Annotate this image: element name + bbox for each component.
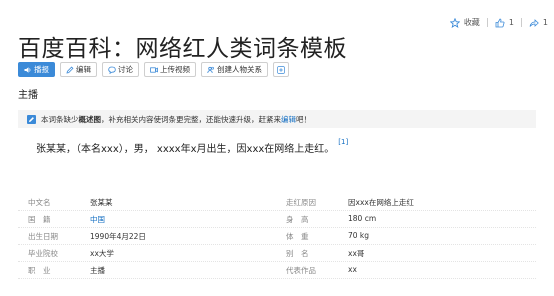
edit-button-label: 编辑 <box>76 65 91 74</box>
comment-icon <box>108 66 116 74</box>
notice-bold: 概述图 <box>78 114 102 124</box>
add-button[interactable] <box>273 62 289 77</box>
infobox-value: 因xxx在网络上走红 <box>348 198 414 207</box>
share-count: 1 <box>542 18 548 27</box>
infobox-label: 走红原因 <box>286 198 316 207</box>
discuss-button[interactable]: 讨论 <box>102 62 139 77</box>
video-icon <box>150 66 158 73</box>
discuss-button-label: 讨论 <box>118 65 133 74</box>
page-title: 百度百科：网络红人类词条模板 <box>18 36 347 62</box>
like-count: 1 <box>508 18 514 27</box>
share-icon[interactable] <box>529 18 539 28</box>
infobox-row: 中文名 张某某 走红原因 因xxx在网络上走红 <box>18 193 536 211</box>
infobox-value: 1990年4月22日 <box>90 232 146 241</box>
notice-edit-link[interactable]: 编辑 <box>281 114 296 125</box>
thumbs-up-icon[interactable] <box>495 18 505 28</box>
summary-text: 张某某，（本名xxx），男， xxxx年x月出生，因xxx在网络上走红。 <box>36 144 335 155</box>
infobox-row: 国 籍 中国 身 高 180 cm <box>18 210 536 228</box>
divider <box>486 18 488 27</box>
infobox-label: 身 高 <box>286 215 309 224</box>
notice-bar: 本词条缺少 概述图 ，补充相关内容使词条更完整，还能快速升级，赶紧来 编辑 吧！ <box>18 110 536 128</box>
infobox-value: xx <box>348 265 357 274</box>
play-button[interactable]: 播报 <box>18 62 55 77</box>
infobox-label: 体 重 <box>286 232 309 241</box>
upload-video-button[interactable]: 上传视频 <box>144 62 196 77</box>
star-icon[interactable] <box>449 17 460 28</box>
summary-paragraph: 张某某，（本名xxx），男， xxxx年x月出生，因xxx在网络上走红。[1] <box>36 138 348 155</box>
create-relation-button[interactable]: 创建人物关系 <box>201 62 268 77</box>
infobox-value: xx哥 <box>348 249 365 258</box>
notice-suffix: 吧！ <box>296 114 311 124</box>
upload-video-label: 上传视频 <box>160 65 190 74</box>
infobox-value: 70 kg <box>348 231 370 240</box>
edit-button[interactable]: 编辑 <box>60 62 97 77</box>
infobox-label: 出生日期 <box>28 232 58 241</box>
infobox-label: 代表作品 <box>286 266 316 275</box>
speaker-icon <box>24 66 31 73</box>
infobox-row: 毕业院校 xx大学 别 名 xx哥 <box>18 244 536 262</box>
divider <box>520 18 522 27</box>
infobox-label: 别 名 <box>286 249 309 258</box>
play-button-label: 播报 <box>34 65 49 74</box>
infobox-value: 张某某 <box>90 198 113 207</box>
edit-notice-icon <box>27 114 36 124</box>
infobox-row: 出生日期 1990年4月22日 体 重 70 kg <box>18 227 536 245</box>
infobox-label: 国 籍 <box>28 215 51 224</box>
notice-middle: ，补充相关内容使词条更完整，还能快速升级，赶紧来 <box>101 114 281 124</box>
infobox-label: 职 业 <box>28 266 51 275</box>
create-relation-label: 创建人物关系 <box>217 65 262 74</box>
infobox-value: 180 cm <box>348 214 377 223</box>
reference-link[interactable]: [1] <box>338 138 348 146</box>
people-icon <box>207 66 214 73</box>
infobox-value: 主播 <box>90 266 105 275</box>
infobox-label: 毕业院校 <box>28 249 58 258</box>
favorite-label[interactable]: 收藏 <box>464 17 480 28</box>
toolbar: 播报 编辑 讨论 上传视频 创建人物关系 <box>18 62 289 77</box>
entry-stats: 收藏 1 1 <box>449 17 548 28</box>
infobox-label: 中文名 <box>28 198 51 207</box>
pencil-icon <box>66 66 74 74</box>
plus-icon <box>277 65 285 74</box>
infobox-row: 职 业 主播 代表作品 xx <box>18 261 536 279</box>
entry-subtitle: 主播 <box>18 90 38 101</box>
infobox-value: xx大学 <box>90 249 114 258</box>
notice-prefix: 本词条缺少 <box>41 114 79 124</box>
infobox-value[interactable]: 中国 <box>90 214 105 225</box>
